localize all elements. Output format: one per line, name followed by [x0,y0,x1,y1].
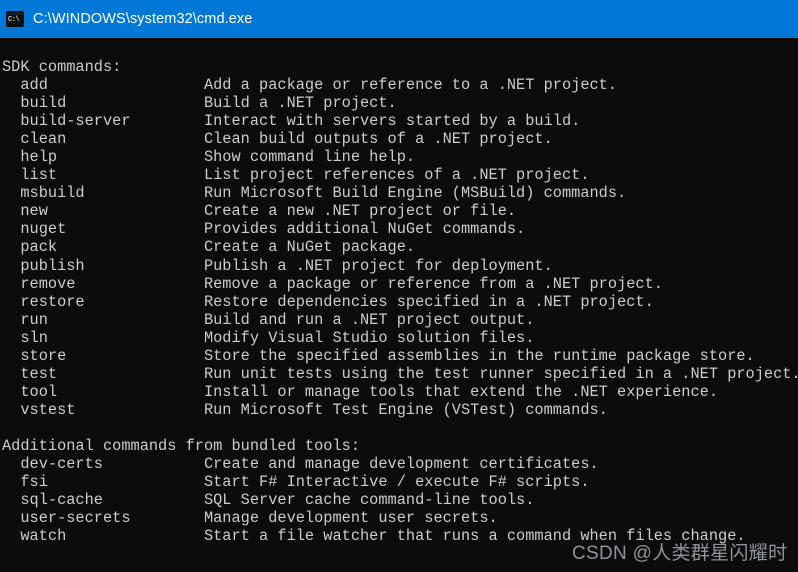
cmd-console-window: C:\ C:\WINDOWS\system32\cmd.exe SDK comm… [0,0,798,572]
window-title: C:\WINDOWS\system32\cmd.exe [33,11,253,27]
console-output-text: SDK commands: add Add a package or refer… [2,58,798,546]
console-icon: C:\ [6,11,24,27]
console-output-area[interactable]: SDK commands: add Add a package or refer… [0,38,798,572]
window-titlebar[interactable]: C:\ C:\WINDOWS\system32\cmd.exe [0,0,798,38]
console-icon-prompt-glyph: C:\ [8,16,20,24]
